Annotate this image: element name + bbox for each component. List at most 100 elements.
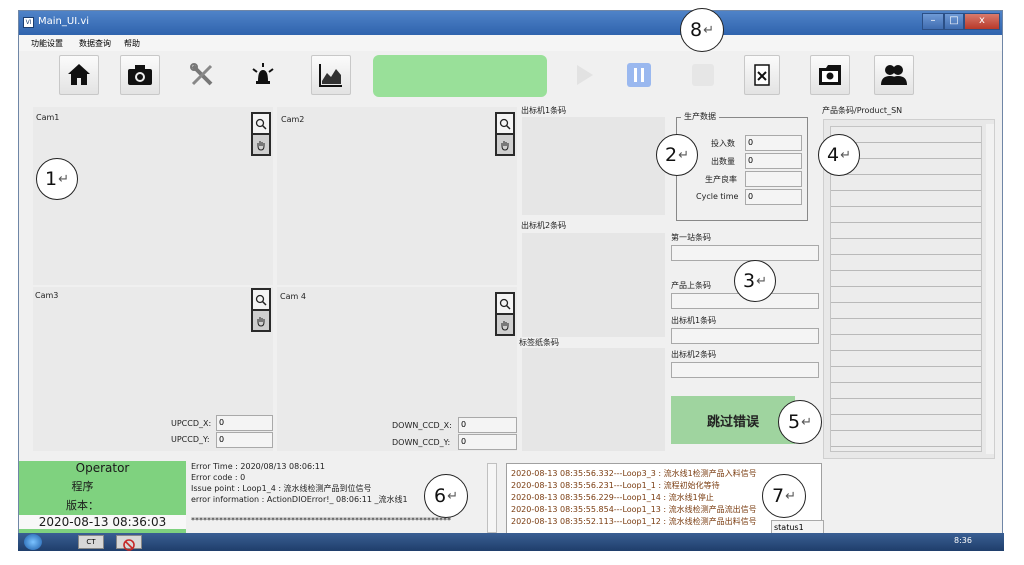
play-icon [577, 65, 593, 85]
marker-5: 5 ↵ [778, 400, 822, 444]
menu-help[interactable]: 帮助 [124, 38, 140, 49]
first-station-field [671, 245, 819, 261]
marker-1: 1 ↵ [36, 158, 78, 200]
title-bar: VI Main_UI.vi – □ x [19, 11, 1002, 35]
return-glyph: ↵ [447, 488, 458, 504]
marker-2: 2 ↵ [656, 134, 698, 176]
error-time: Error Time : 2020/08/13 08:06:11 [191, 462, 325, 471]
close-button[interactable]: x [964, 13, 1000, 30]
maximize-button[interactable]: □ [944, 13, 964, 30]
taskbar: CT 8:36 [18, 533, 1004, 551]
tools-icon [190, 63, 213, 86]
alarm-icon [252, 63, 274, 84]
downccd-x-label: DOWN_CCD_X: [392, 421, 452, 430]
out1-barcode-field [671, 328, 819, 344]
vi-app-icon: VI [23, 17, 34, 28]
marker-4: 4 ↵ [818, 134, 860, 176]
taskbar-app[interactable]: CT [78, 535, 104, 549]
return-glyph: ↵ [785, 488, 796, 504]
taskbar-app-blocked[interactable] [116, 535, 142, 551]
yield-field [745, 171, 802, 187]
operator-datetime: 2020-08-13 08:36:03 [19, 515, 186, 529]
out2-barcode-label: 出标机2条码 [671, 350, 717, 359]
main-window: VI Main_UI.vi – □ x 功能设置 数据查询 帮助 Cam1 Ca… [18, 10, 1003, 550]
menu-settings[interactable]: 功能设置 [31, 38, 63, 49]
machine1-barcode-label: 出标机1条码 [521, 106, 567, 115]
return-glyph: ↵ [703, 22, 714, 38]
camera-button[interactable] [120, 55, 160, 95]
home-button[interactable] [59, 55, 99, 95]
no-entry-icon [123, 539, 135, 551]
upccd-x-field: 0 [216, 415, 273, 431]
downccd-y-field: 0 [458, 434, 517, 450]
snapshot-button[interactable] [810, 55, 850, 95]
upccd-x-label: UPCCD_X: [171, 419, 212, 428]
toolbar [19, 51, 1002, 103]
marker-3: 3 ↵ [734, 260, 776, 302]
status-indicator [373, 55, 547, 97]
input-count-field: 0 [745, 135, 802, 151]
production-data-group [676, 117, 808, 221]
snapshot-icon [819, 65, 841, 85]
pan-hand-icon[interactable] [497, 315, 513, 334]
marker-number: 3 [743, 270, 756, 292]
product-sn-title: 产品条码/Product_SN [822, 106, 903, 115]
input-count-label: 投入数 [711, 139, 735, 148]
return-glyph: ↵ [840, 147, 851, 163]
downccd-x-field: 0 [458, 417, 517, 433]
zoom-icon[interactable] [253, 114, 269, 133]
machine1-barcode-panel [522, 117, 665, 215]
zoom-icon[interactable] [253, 290, 269, 309]
stop-button[interactable] [683, 55, 723, 95]
output-count-label: 出数量 [711, 157, 735, 166]
home-icon [68, 64, 90, 85]
alarm-button[interactable] [243, 55, 283, 95]
upccd-y-field: 0 [216, 432, 273, 448]
zoom-icon[interactable] [497, 294, 513, 313]
menu-data-query[interactable]: 数据查询 [79, 38, 111, 49]
pan-hand-icon[interactable] [253, 135, 269, 154]
marker-number: 2 [665, 144, 678, 166]
pan-hand-icon[interactable] [497, 135, 513, 154]
marker-number: 7 [772, 485, 785, 507]
product-barcode-label: 产品上条码 [671, 281, 711, 290]
tools-button[interactable] [182, 55, 222, 95]
excel-icon [754, 64, 770, 86]
cycle-time-field: 0 [745, 189, 802, 205]
upccd-y-label: UPCCD_Y: [171, 435, 210, 444]
out2-barcode-field [671, 362, 819, 378]
cam1-label: Cam1 [36, 113, 60, 122]
start-orb-icon[interactable] [24, 534, 42, 550]
version-label: 版本： [66, 499, 99, 512]
taskbar-clock: 8:36 [954, 536, 972, 545]
cam3-zoom-controls [251, 288, 271, 332]
return-glyph: ↵ [756, 273, 767, 289]
output-count-field: 0 [745, 153, 802, 169]
pan-hand-icon[interactable] [253, 311, 269, 330]
skip-error-button[interactable]: 跳过错误 [671, 396, 795, 444]
marker-number: 4 [827, 144, 840, 166]
sn-scrollbar[interactable] [986, 124, 994, 454]
marker-number: 6 [434, 485, 447, 507]
machine2-barcode-panel [522, 233, 665, 337]
stop-icon [692, 64, 714, 86]
minimize-button[interactable]: – [922, 13, 944, 30]
cam2-label: Cam2 [281, 115, 305, 124]
zoom-icon[interactable] [497, 114, 513, 133]
label-paper-barcode-panel [522, 348, 665, 451]
users-button[interactable] [874, 55, 914, 95]
operator-role: Operator [75, 461, 130, 475]
yield-label: 生产良率 [705, 175, 737, 184]
sn-rows [830, 126, 982, 452]
program-label: 程序 [71, 480, 94, 493]
play-button[interactable] [564, 55, 604, 95]
pause-button[interactable] [619, 55, 659, 95]
chart-button[interactable] [311, 55, 351, 95]
cam4-label: Cam 4 [280, 292, 306, 301]
error-scrollbar[interactable] [487, 463, 497, 533]
cam2-view[interactable] [277, 107, 517, 285]
return-glyph: ↵ [58, 171, 69, 187]
marker-7: 7 ↵ [762, 474, 806, 518]
label-paper-barcode-label: 标签纸条码 [519, 338, 559, 347]
export-excel-button[interactable] [744, 55, 780, 95]
